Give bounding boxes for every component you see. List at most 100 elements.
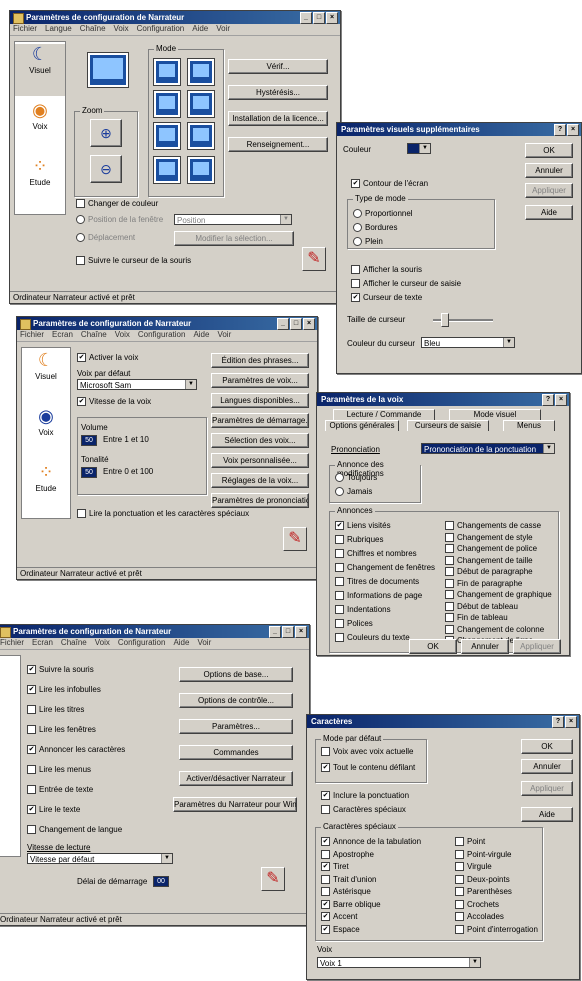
toggle-narrator-button[interactable]: Activer/désactiver Narrateur <box>179 771 293 786</box>
minimize-icon[interactable]: _ <box>269 626 281 638</box>
cancel-button[interactable]: Annuler <box>461 639 509 654</box>
mode-left-icon[interactable] <box>153 122 181 150</box>
menu-item[interactable]: Aide <box>173 638 189 649</box>
list-checkbox[interactable]: Indentations <box>335 605 391 614</box>
menu-item[interactable]: Aide <box>192 24 208 35</box>
list-checkbox[interactable]: Lire les fenêtres <box>27 725 96 734</box>
tab-lecture[interactable]: Lecture / Commande <box>333 409 435 420</box>
list-checkbox[interactable]: ✔ Lire les infobulles <box>27 685 101 694</box>
cursor-size-slider[interactable] <box>433 313 493 327</box>
volume-spinner[interactable]: 50 <box>81 435 97 446</box>
ok-button[interactable]: OK <box>525 143 573 158</box>
maximize-icon[interactable]: □ <box>313 12 325 24</box>
list-checkbox[interactable]: Changement de fenêtres <box>335 563 435 572</box>
list-checkbox[interactable]: ✔ Barre oblique <box>321 899 381 909</box>
custom-voice-button[interactable]: Voix personnalisée... <box>211 453 309 468</box>
special-chars-checkbox[interactable]: Caractères spéciaux <box>321 805 406 814</box>
voice-select[interactable]: Microsoft Sam ▼ <box>77 379 197 390</box>
close-icon[interactable]: × <box>295 626 307 638</box>
current-voice-checkbox[interactable]: Voix avec voix actuelle <box>321 747 414 756</box>
tab-mode-visuel[interactable]: Mode visuel <box>449 409 541 420</box>
menu-item[interactable]: Voix <box>95 638 110 649</box>
list-checkbox[interactable]: Virgule <box>455 862 492 871</box>
list-checkbox[interactable]: Rubriques <box>335 535 383 544</box>
list-checkbox[interactable]: Polices <box>335 619 373 628</box>
menu-item[interactable]: Chaîne <box>61 638 87 649</box>
install-license-button[interactable]: Installation de la licence... <box>228 111 328 126</box>
help-button[interactable]: Aide <box>525 205 573 220</box>
enable-voice-checkbox[interactable]: ✔ Activer la voix <box>77 353 138 362</box>
list-checkbox[interactable]: Accolades <box>455 912 504 921</box>
close-icon[interactable]: × <box>555 394 567 406</box>
mode-bottom-icon[interactable] <box>187 90 215 118</box>
list-checkbox[interactable]: Apostrophe <box>321 849 374 859</box>
list-checkbox[interactable]: Point d'interrogation <box>455 924 538 934</box>
commands-button[interactable]: Commandes <box>179 745 293 760</box>
sidebar-item-voix[interactable]: ◉ Voix <box>15 100 65 152</box>
voice-settings-button[interactable]: Paramètres de voix... <box>211 373 309 388</box>
apply-button[interactable]: Appliquer <box>525 183 573 198</box>
cursor-color-select[interactable]: Bleu ▼ <box>421 337 515 348</box>
list-checkbox[interactable]: Changement de taille <box>445 555 533 565</box>
list-checkbox[interactable]: Lire les titres <box>27 705 84 714</box>
list-checkbox[interactable]: Astérisque <box>321 887 371 896</box>
window-position-radio[interactable]: Position de la fenêtre <box>76 215 163 224</box>
list-checkbox[interactable]: Début de tableau <box>445 601 518 611</box>
zoom-out-button[interactable]: ⊖ <box>90 155 122 183</box>
ok-button[interactable]: OK <box>409 639 457 654</box>
list-checkbox[interactable]: Deux-points <box>455 874 510 884</box>
sidebar-item-etude[interactable]: ⁘ Etude <box>15 156 65 208</box>
list-checkbox[interactable]: Entrée de texte <box>27 785 93 794</box>
mode-float-icon[interactable] <box>187 156 215 184</box>
list-checkbox[interactable]: ✔ Liens visités <box>335 521 391 530</box>
show-caret-checkbox[interactable]: Afficher le curseur de saisie <box>351 279 461 288</box>
menu-item[interactable]: Aide <box>193 330 209 341</box>
scroll-content-checkbox[interactable]: ✔ Tout le contenu défilant <box>321 763 415 772</box>
zoom-in-button[interactable]: ⊕ <box>90 119 122 147</box>
list-checkbox[interactable]: Fin de paragraphe <box>445 578 522 588</box>
ok-button[interactable]: OK <box>521 739 573 754</box>
list-checkbox[interactable]: Crochets <box>455 899 499 909</box>
pronunciation-button[interactable]: Paramètres de prononciation... <box>211 493 309 508</box>
list-checkbox[interactable]: Lire les menus <box>27 765 91 774</box>
basic-options-button[interactable]: Options de base... <box>179 667 293 682</box>
list-checkbox[interactable]: Trait d'union <box>321 874 376 884</box>
settings-button[interactable]: Paramètres... <box>179 719 293 734</box>
modify-selection-button[interactable]: Modifier la sélection... <box>174 231 294 246</box>
mode-docked-icon[interactable] <box>187 122 215 150</box>
reading-speed-select[interactable]: Vitesse par défaut ▼ <box>27 853 173 864</box>
close-icon[interactable]: × <box>565 716 577 728</box>
minimize-icon[interactable]: _ <box>277 318 289 330</box>
tab-options[interactable]: Options générales <box>325 420 399 431</box>
screen-outline-checkbox[interactable]: ✔ Contour de l'écran <box>351 179 428 188</box>
apply-button[interactable]: Appliquer <box>521 781 573 796</box>
pronunciation-select[interactable]: Prononciation de la ponctuation ▼ <box>421 443 555 454</box>
menu-item[interactable]: Voix <box>114 24 129 35</box>
voice-speed-checkbox[interactable]: ✔ Vitesse de la voix <box>77 397 151 406</box>
startup-settings-button[interactable]: Paramètres de démarrage... <box>211 413 309 428</box>
list-checkbox[interactable]: ✔ Annoncer les caractères <box>27 745 125 754</box>
follow-mouse-checkbox[interactable]: Suivre le curseur de la souris <box>76 256 191 265</box>
list-checkbox[interactable]: Titres de documents <box>335 577 419 586</box>
list-checkbox[interactable]: Changement de police <box>445 544 537 553</box>
info-button[interactable]: Renseignement... <box>228 137 328 152</box>
close-icon[interactable]: × <box>567 124 579 136</box>
show-mouse-checkbox[interactable]: Afficher la souris <box>351 265 422 274</box>
minimize-icon[interactable]: _ <box>300 12 312 24</box>
verif-button[interactable]: Vérif... <box>228 59 328 74</box>
windows-settings-button[interactable]: Paramètres du Narrateur pour Windows... <box>173 797 297 812</box>
tab-curseurs[interactable]: Curseurs de saisie <box>407 420 489 431</box>
list-checkbox[interactable]: Changement de graphique <box>445 590 552 599</box>
full-radio[interactable]: Plein <box>353 237 383 246</box>
never-radio[interactable]: Jamais <box>335 487 372 496</box>
list-checkbox[interactable]: ✔ Suivre la souris <box>27 665 94 674</box>
list-checkbox[interactable]: Chiffres et nombres <box>335 549 417 558</box>
list-checkbox[interactable]: Changement de langue <box>27 825 122 834</box>
help-button[interactable]: Aide <box>521 807 573 822</box>
apply-button[interactable]: Appliquer <box>513 639 561 654</box>
menu-item[interactable]: Configuration <box>137 24 185 35</box>
always-radio[interactable]: Toujours <box>335 473 377 482</box>
menu-item[interactable]: Chaîne <box>81 330 107 341</box>
position-select[interactable]: Position ▼ <box>174 214 292 225</box>
edit-phrases-button[interactable]: Édition des phrases... <box>211 353 309 368</box>
